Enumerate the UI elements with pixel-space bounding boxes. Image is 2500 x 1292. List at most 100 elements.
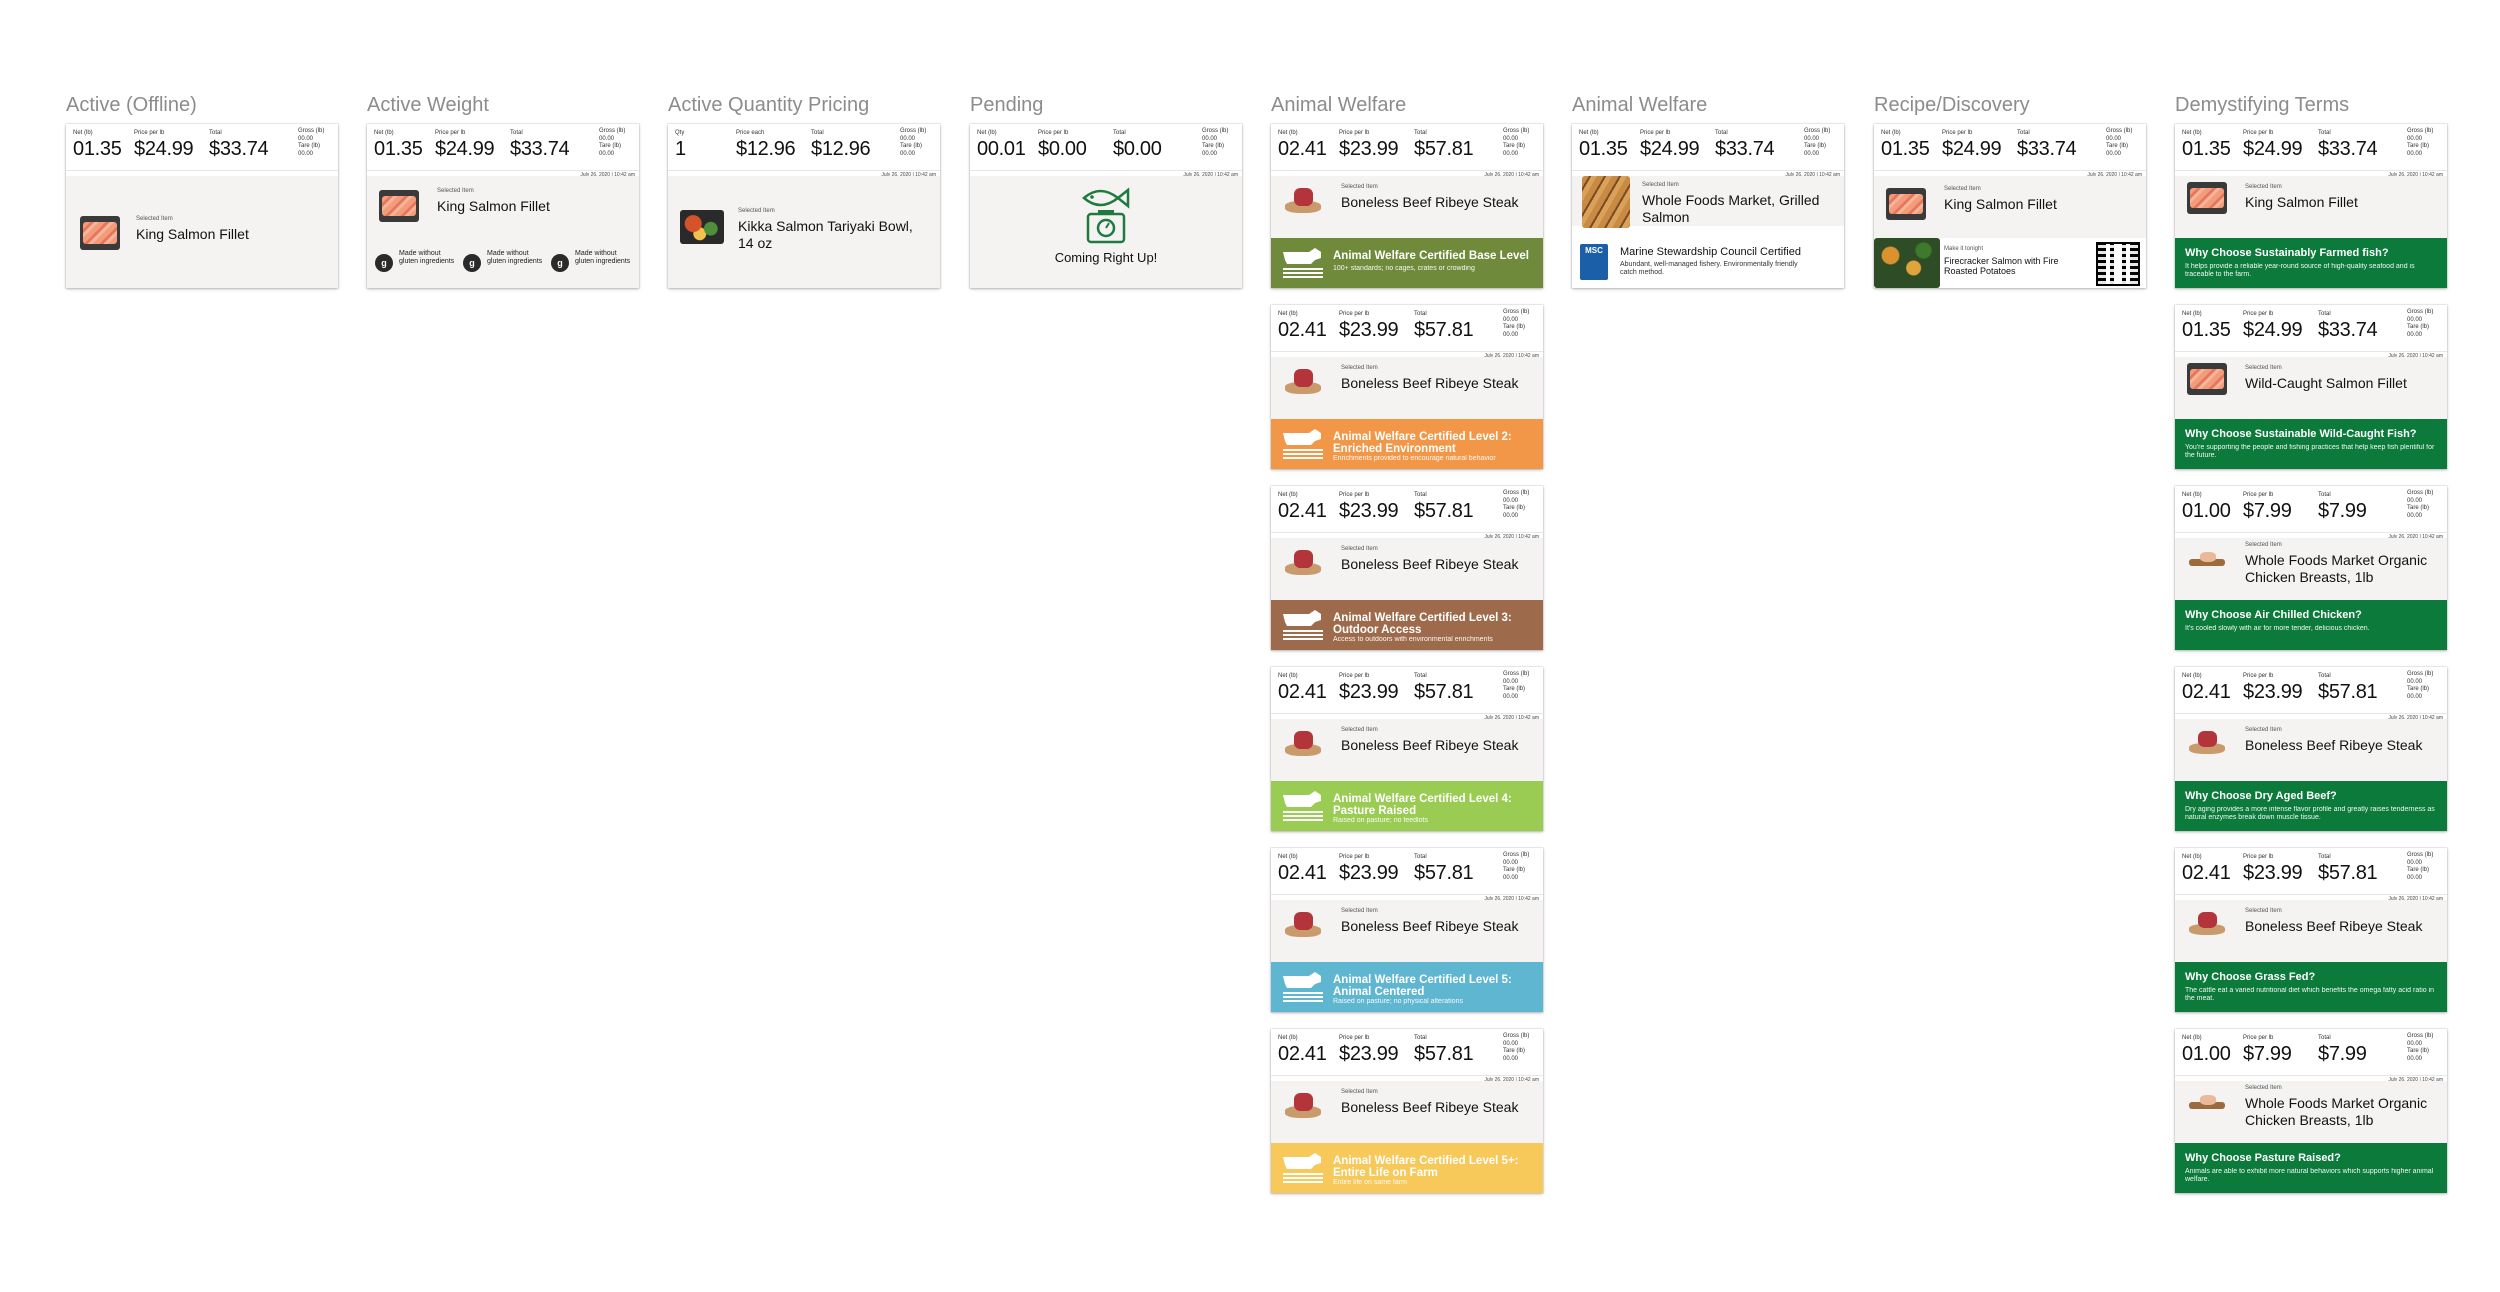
gross-label: Gross (lb) xyxy=(1503,671,1530,677)
tare-label: Tare (lb) xyxy=(1503,324,1526,330)
scale-card[interactable]: Net (lb) 02.41 Price per lb $23.99 Total $57.… xyxy=(2175,848,2447,1012)
price-value: $23.99 xyxy=(1339,681,1399,703)
bowl-thumbnail xyxy=(680,210,724,244)
gross-label: Gross (lb) xyxy=(1503,852,1530,858)
column-6: Recipe/Discovery Net (lb) 01.35 Price per l… xyxy=(1874,90,2146,305)
salmon-thumbnail xyxy=(80,216,120,250)
gross-label: Gross (lb) xyxy=(1503,1033,1530,1039)
selected-item-label: Selected Item xyxy=(1341,184,1378,190)
price-label: Price per lb xyxy=(134,130,165,136)
tare-label: Tare (lb) xyxy=(2407,143,2430,149)
tare-value: 00.00 xyxy=(1503,512,1519,519)
tare-value: 00.00 xyxy=(1503,150,1519,157)
gluten-free-icon: g xyxy=(551,254,569,272)
welfare-band: Animal Welfare Certified Level 3: Outdoo… xyxy=(1271,600,1543,650)
welfare-band: Animal Welfare Certified Level 4: Pastur… xyxy=(1271,781,1543,831)
gross-label: Gross (lb) xyxy=(2407,1033,2434,1039)
price-value: $12.96 xyxy=(736,138,796,160)
term-title: Why Choose Pasture Raised? xyxy=(2185,1152,2341,1164)
selected-item-name: Boneless Beef Ribeye Steak xyxy=(2245,918,2423,934)
scale-card[interactable]: Net (lb) 02.41 Price per lb $23.99 Total $57.… xyxy=(1271,486,1543,650)
salmon-thumbnail xyxy=(2187,363,2227,395)
term-band: Why Choose Air Chilled Chicken? It's cool… xyxy=(2175,600,2447,650)
scale-card[interactable]: Net (lb) 01.35 Price per lb $24.99 Total $33.… xyxy=(66,124,338,288)
scale-card[interactable]: Net (lb) 01.35 Price per lb $24.99 Total $33.… xyxy=(2175,124,2447,288)
scale-card[interactable]: Net (lb) 02.41 Price per lb $23.99 Total $57.… xyxy=(1271,124,1543,288)
term-description: The cattle eat a varied nutritional diet… xyxy=(2185,987,2435,1002)
selected-item-label: Selected Item xyxy=(136,216,173,222)
scale-card[interactable]: Qty 1 Price each $12.96 Total $12.96 Gross (lb… xyxy=(668,124,940,288)
net-value: 01.35 xyxy=(2182,319,2231,341)
readout-divider xyxy=(2175,351,2447,352)
gluten-free-text: Made without gluten ingredients xyxy=(399,250,455,265)
scale-card[interactable]: Net (lb) 02.41 Price per lb $23.99 Total $57.… xyxy=(1271,305,1543,469)
price-label: Price per lb xyxy=(1339,311,1370,317)
scale-card[interactable]: Net (lb) 01.35 Price per lb $24.99 Total $33.… xyxy=(367,124,639,288)
tare-value: 00.00 xyxy=(900,150,916,157)
total-label: Total xyxy=(1414,492,1427,498)
scale-card[interactable]: Net (lb) 02.41 Price per lb $23.99 Total $57.… xyxy=(2175,667,2447,831)
total-label: Total xyxy=(1113,130,1126,136)
tare-value: 00.00 xyxy=(2407,874,2423,881)
gross-value: 00.00 xyxy=(2407,316,2423,323)
net-label: Net (lb) xyxy=(1278,130,1298,136)
gross-label: Gross (lb) xyxy=(2106,128,2133,134)
scale-card[interactable]: Net (lb) 01.00 Price per lb $7.99 Total $7.99… xyxy=(2175,1029,2447,1193)
gross-tare-readout: Gross (lb) 00.00 Tare (lb) 00.00 xyxy=(2407,671,2443,701)
readout-bar: Net (lb) 02.41 Price per lb $23.99 Total $57.… xyxy=(1271,667,1543,715)
welfare-description: Raised on pasture; no feedlots xyxy=(1333,817,1428,824)
scale-card[interactable]: Net (lb) 02.41 Price per lb $23.99 Total $57.… xyxy=(1271,848,1543,1012)
term-description: Animals are able to exhibit more natural… xyxy=(2185,1168,2434,1183)
readout-bar: Net (lb) 01.35 Price per lb $24.99 Total $33.… xyxy=(367,124,639,172)
steak-thumbnail xyxy=(2187,906,2227,938)
net-label: Net (lb) xyxy=(1278,492,1298,498)
gross-value: 00.00 xyxy=(1503,135,1519,142)
price-label: Price per lb xyxy=(1640,130,1671,136)
gross-value: 00.00 xyxy=(1503,678,1519,685)
tare-value: 00.00 xyxy=(1202,150,1218,157)
gross-value: 00.00 xyxy=(1202,135,1218,142)
readout-divider xyxy=(1874,170,2146,171)
total-label: Total xyxy=(2318,673,2331,679)
net-value: 02.41 xyxy=(1278,681,1327,703)
welfare-description: Enrichments provided to encourage natura… xyxy=(1333,455,1496,462)
net-label: Net (lb) xyxy=(2182,492,2202,498)
readout-bar: Net (lb) 02.41 Price per lb $23.99 Total $57.… xyxy=(1271,305,1543,353)
gross-value: 00.00 xyxy=(2407,859,2423,866)
selected-item-label: Selected Item xyxy=(2245,908,2282,914)
tare-value: 00.00 xyxy=(2407,693,2423,700)
gross-label: Gross (lb) xyxy=(2407,490,2434,496)
readout-bar: Net (lb) 01.35 Price per lb $24.99 Total $33.… xyxy=(2175,305,2447,353)
price-value: $23.99 xyxy=(1339,1043,1399,1065)
readout-divider xyxy=(1271,351,1543,352)
gross-label: Gross (lb) xyxy=(2407,309,2434,315)
column-4: Animal Welfare Net (lb) 02.41 Price per lb $… xyxy=(1271,90,1543,1210)
price-label: Price per lb xyxy=(435,130,466,136)
scale-card[interactable]: Net (lb) 01.35 Price per lb $24.99 Total $33.… xyxy=(1572,124,1844,288)
readout-divider xyxy=(1572,170,1844,171)
scale-card[interactable]: Net (lb) 01.35 Price per lb $24.99 Total $33.… xyxy=(1874,124,2146,288)
recipe-name: Firecracker Salmon with Fire Roasted Pot… xyxy=(1944,256,2059,276)
scale-card[interactable]: Net (lb) 00.01 Price per lb $0.00 Total $0.00… xyxy=(970,124,1242,288)
price-value: $23.99 xyxy=(1339,862,1399,884)
gross-value: 00.00 xyxy=(1503,497,1519,504)
tare-label: Tare (lb) xyxy=(298,143,321,149)
scale-card[interactable]: Net (lb) 02.41 Price per lb $23.99 Total $57.… xyxy=(1271,667,1543,831)
salmon-thumbnail xyxy=(1886,188,1926,220)
gluten-free-text: Made without gluten ingredients xyxy=(487,250,543,265)
gluten-free-text: Made without gluten ingredients xyxy=(575,250,631,265)
net-label: Net (lb) xyxy=(2182,311,2202,317)
column-2: Active Quantity Pricing Qty 1 Price each $12… xyxy=(668,90,940,305)
readout-divider xyxy=(970,170,1242,171)
welfare-title: Animal Welfare Certified Level 3: Outdoo… xyxy=(1333,612,1512,636)
total-value: $57.81 xyxy=(1414,138,1474,160)
scale-card[interactable]: Net (lb) 01.35 Price per lb $24.99 Total $33.… xyxy=(2175,305,2447,469)
scale-card[interactable]: Net (lb) 02.41 Price per lb $23.99 Total $57.… xyxy=(1271,1029,1543,1193)
qr-code[interactable] xyxy=(2096,242,2140,286)
price-label: Price each xyxy=(736,130,765,136)
gross-label: Gross (lb) xyxy=(2407,852,2434,858)
scale-card[interactable]: Net (lb) 01.00 Price per lb $7.99 Total $7.99… xyxy=(2175,486,2447,650)
total-value: $7.99 xyxy=(2318,500,2367,522)
tare-label: Tare (lb) xyxy=(2407,686,2430,692)
tare-label: Tare (lb) xyxy=(2407,1048,2430,1054)
